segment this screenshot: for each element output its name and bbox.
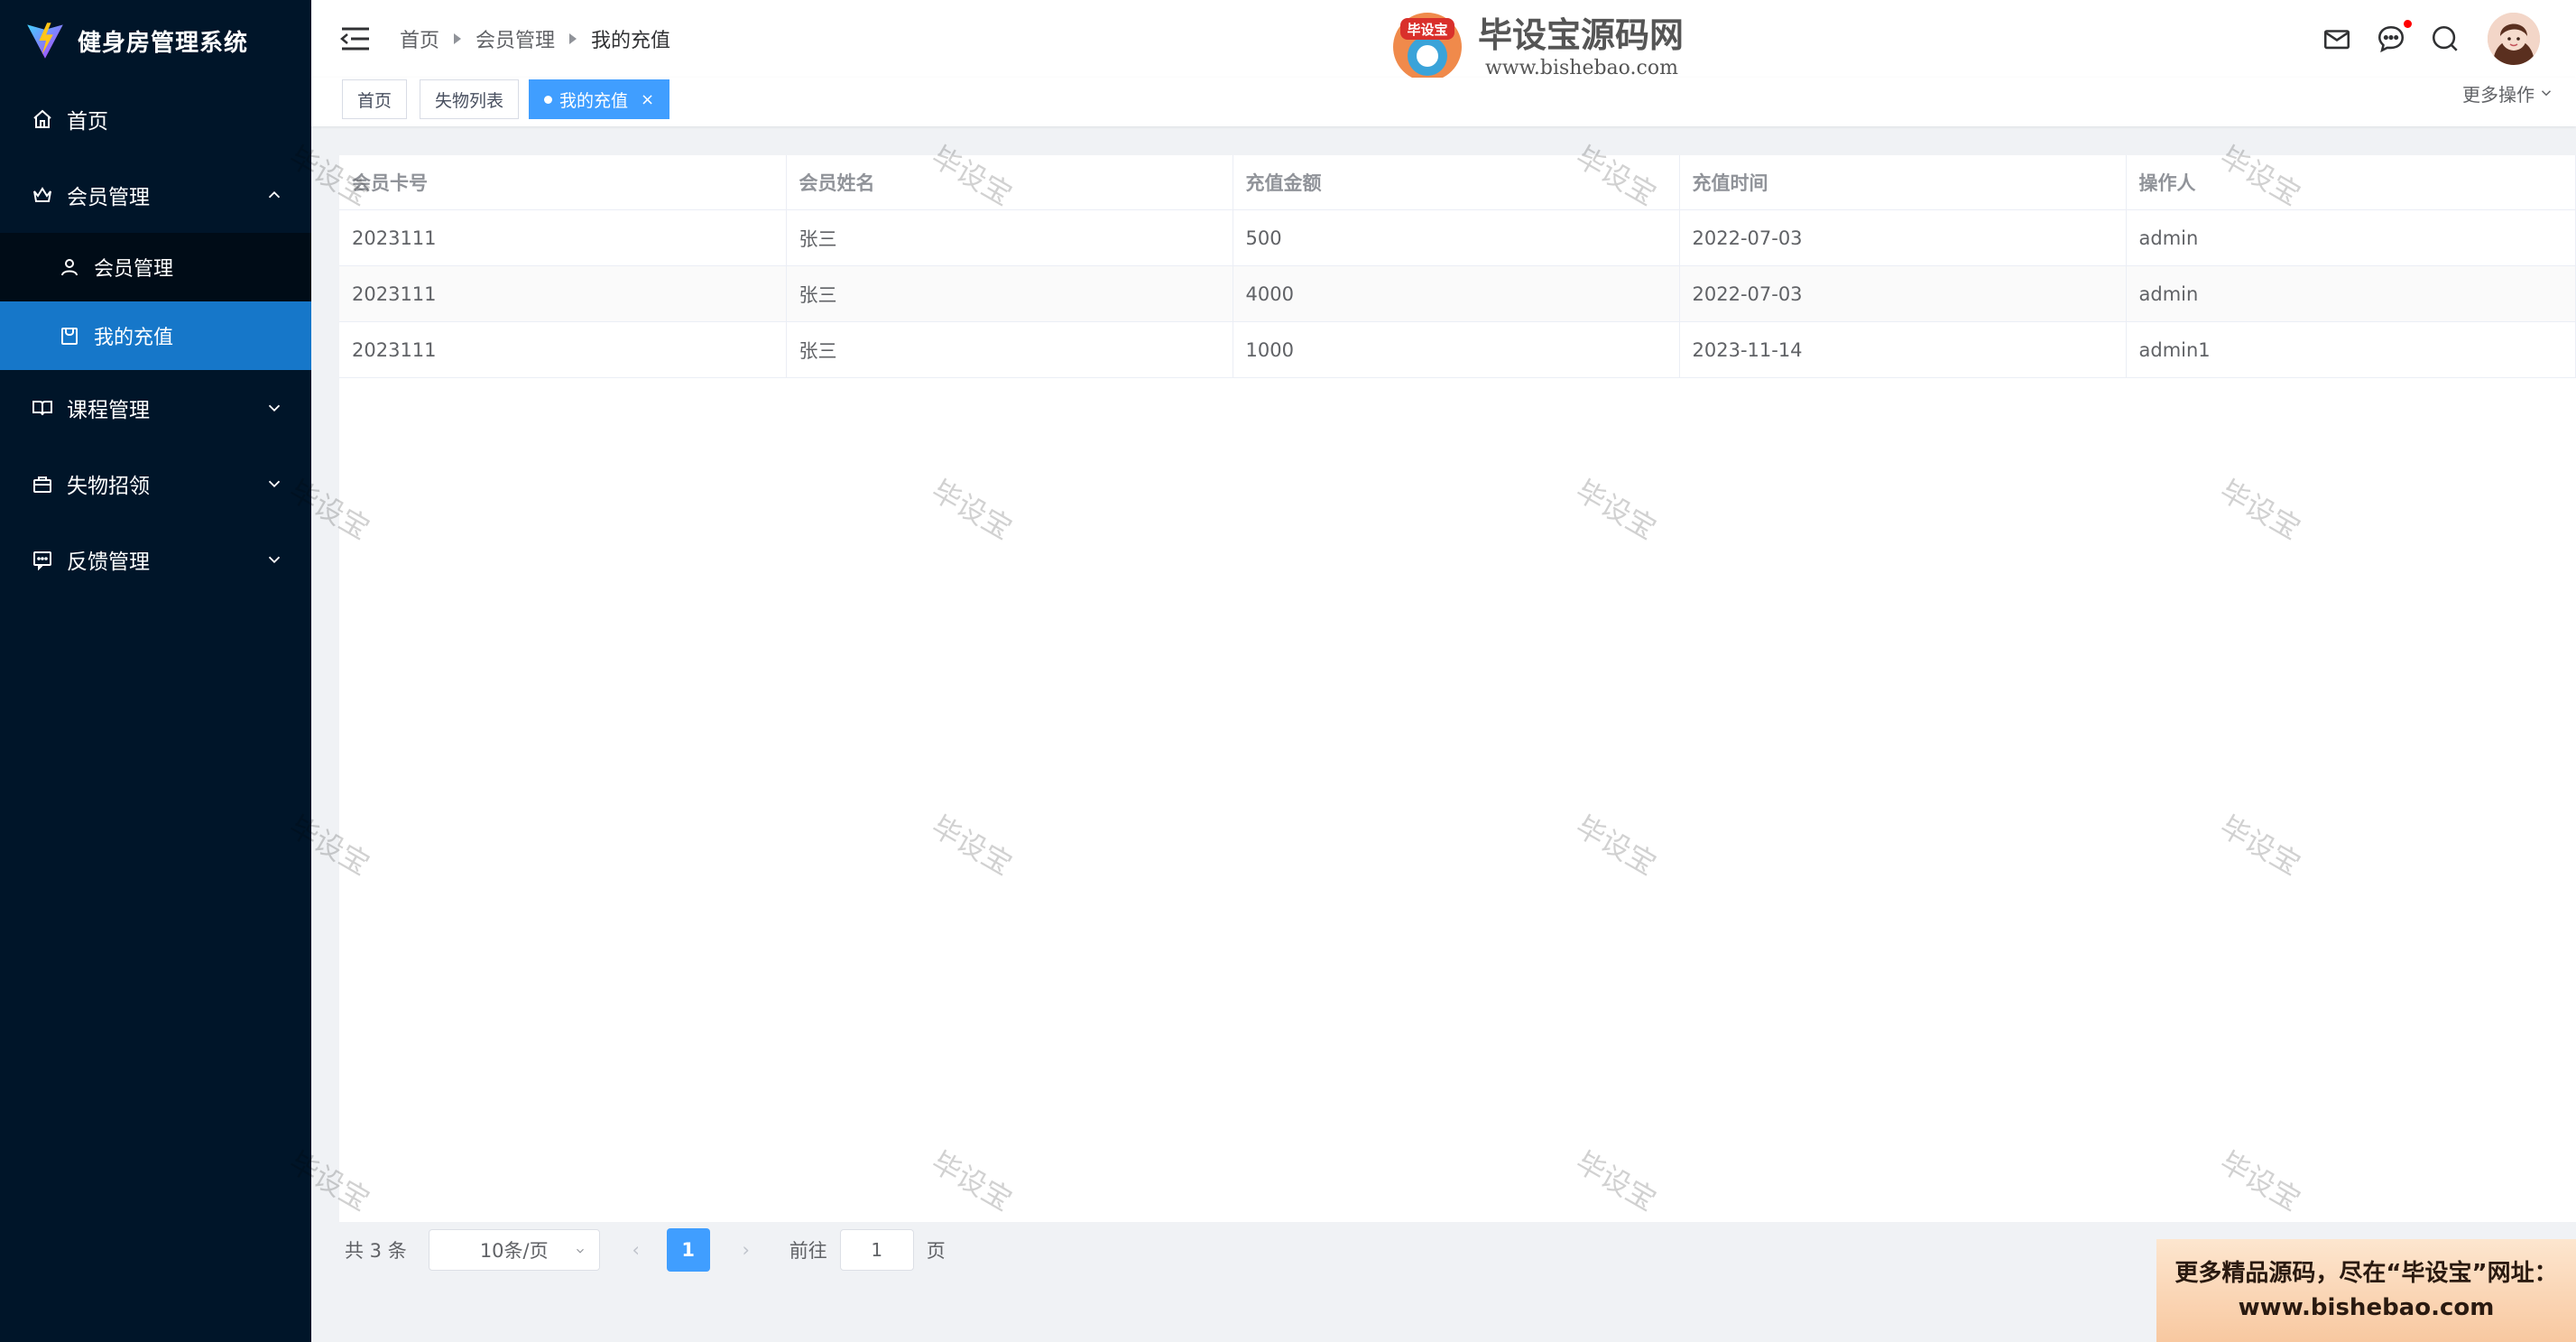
comment-icon: [31, 548, 54, 571]
cell-operator: admin: [2126, 209, 2576, 266]
cell-amount: 4000: [1233, 265, 1680, 322]
sidebar-item-label: 会员管理: [67, 186, 150, 209]
header-actions: [2298, 0, 2540, 78]
page-size-select[interactable]: 10条/页: [428, 1229, 600, 1271]
table-row[interactable]: 2023111 张三 1000 2023-11-14 admin1: [339, 321, 2576, 378]
cell-member-name: 张三: [786, 209, 1233, 266]
pagination-total: 共 3 条: [345, 1240, 407, 1262]
tag-my-recharge[interactable]: 我的充值 ×: [529, 79, 670, 119]
promo-line1: 更多精品源码，尽在“毕设宝”网址：: [2174, 1260, 2558, 1287]
page-size-value: 10条/页: [479, 1240, 549, 1262]
column-header-time[interactable]: 充值时间: [1679, 155, 2127, 210]
table-header-row: 会员卡号 会员姓名 充值金额 充值时间 操作人: [339, 155, 2576, 210]
tag-lost-list[interactable]: 失物列表: [420, 79, 520, 119]
cell-member-name: 张三: [786, 321, 1233, 378]
vite-logo-icon: [27, 23, 63, 59]
promo-line2: www.bishebao.com: [2238, 1294, 2495, 1321]
search-icon[interactable]: [2430, 23, 2461, 54]
promo-banner[interactable]: 更多精品源码，尽在“毕设宝”网址： www.bishebao.com: [2156, 1239, 2576, 1342]
chevron-down-icon: [268, 404, 281, 412]
watermark-title: 毕设宝源码网: [1478, 15, 1684, 55]
column-header-operator[interactable]: 操作人: [2126, 155, 2576, 210]
app-title: 健身房管理系统: [78, 29, 249, 57]
recharge-table-card: 会员卡号 会员姓名 充值金额 充值时间 操作人 2023111 张三 500 2…: [339, 155, 2576, 1222]
sidebar-item-label: 失物招领: [67, 475, 150, 498]
more-operations-dropdown[interactable]: 更多操作: [2462, 79, 2554, 106]
sidebar-item-lost-and-found[interactable]: 失物招领: [0, 446, 311, 522]
cell-card-no: 2023111: [339, 321, 787, 378]
unread-dot: [2404, 20, 2412, 28]
pagination: 共 3 条 10条/页 ‹ 1 › 前往 1 页: [345, 1227, 946, 1273]
breadcrumb-item-member[interactable]: 会员管理: [475, 24, 555, 53]
sidebar-subitem-label: 会员管理: [94, 258, 174, 281]
breadcrumb: 首页 会员管理 我的充值: [400, 0, 670, 78]
top-header: 首页 会员管理 我的充值 毕设宝 毕设宝源码网 www.bishebao.com: [311, 0, 2576, 81]
home-icon: [31, 107, 54, 131]
sidebar-item-label: 首页: [67, 110, 108, 134]
page-number-current[interactable]: 1: [666, 1228, 710, 1272]
bag-icon: [31, 472, 54, 495]
active-dot-icon: [544, 95, 552, 104]
cell-time: 2022-07-03: [1679, 209, 2127, 266]
menu-fold-icon[interactable]: [340, 25, 371, 52]
cell-time: 2022-07-03: [1679, 265, 2127, 322]
chevron-down-icon: [268, 556, 281, 564]
cell-amount: 500: [1233, 209, 1680, 266]
sidebar-subitem-my-recharge[interactable]: 我的充值: [0, 301, 311, 370]
tag-label: 我的充值: [559, 90, 629, 111]
mail-icon[interactable]: [2322, 23, 2352, 54]
sidebar-item-label: 课程管理: [67, 399, 150, 422]
sidebar-item-member-management[interactable]: 会员管理: [0, 157, 311, 233]
message-icon[interactable]: [2376, 20, 2412, 54]
user-icon: [58, 255, 81, 279]
goto-page-input[interactable]: 1: [839, 1229, 914, 1271]
sidebar-subitem-label: 我的充值: [94, 327, 174, 349]
breadcrumb-separator-icon: [454, 33, 462, 44]
chevron-down-icon: [268, 480, 281, 488]
page-suffix-label: 页: [926, 1240, 946, 1262]
chevron-up-icon: [268, 190, 281, 199]
close-icon[interactable]: ×: [641, 90, 654, 109]
cell-member-name: 张三: [786, 265, 1233, 322]
sidebar-item-home[interactable]: 首页: [0, 81, 311, 157]
sidebar-subitem-member-management[interactable]: 会员管理: [0, 233, 311, 301]
chevron-down-icon: [576, 1248, 584, 1254]
more-operations-label: 更多操作: [2462, 83, 2534, 106]
sidebar-item-label: 反馈管理: [67, 551, 150, 574]
cell-amount: 1000: [1233, 321, 1680, 378]
column-header-amount[interactable]: 充值金额: [1233, 155, 1680, 210]
breadcrumb-separator-icon: [569, 33, 577, 44]
table-row[interactable]: 2023111 张三 4000 2022-07-03 admin: [339, 265, 2576, 322]
watermark-url: www.bishebao.com: [1485, 57, 1678, 79]
sidebar-item-feedback-management[interactable]: 反馈管理: [0, 522, 311, 597]
sidebar: 健身房管理系统 首页 会员管理 会员管理 我的充值 课程管理 失物招领 反馈管理: [0, 0, 311, 1342]
cell-time: 2023-11-14: [1679, 321, 2127, 378]
site-watermark-logo: 毕设宝 毕设宝源码网 www.bishebao.com: [1393, 13, 1684, 81]
prev-page-button[interactable]: ‹: [618, 1229, 654, 1271]
tag-home[interactable]: 首页: [342, 79, 408, 119]
cell-card-no: 2023111: [339, 209, 787, 266]
cell-card-no: 2023111: [339, 265, 787, 322]
tags-view-bar: 首页 失物列表 我的充值 × 更多操作: [311, 78, 2576, 126]
watermark-badge-text: 毕设宝: [1407, 22, 1447, 38]
crown-icon: [31, 183, 54, 207]
table-row[interactable]: 2023111 张三 500 2022-07-03 admin: [339, 209, 2576, 266]
wallet-icon: [58, 324, 81, 347]
book-icon: [31, 396, 54, 420]
brand[interactable]: 健身房管理系统: [0, 0, 311, 81]
breadcrumb-item-current: 我的充值: [591, 30, 671, 52]
cell-operator: admin1: [2126, 321, 2576, 378]
user-avatar[interactable]: [2488, 13, 2540, 65]
breadcrumb-item-home[interactable]: 首页: [400, 24, 439, 53]
sidebar-item-course-management[interactable]: 课程管理: [0, 370, 311, 446]
cell-operator: admin: [2126, 265, 2576, 322]
column-header-card-no[interactable]: 会员卡号: [339, 155, 787, 210]
goto-label: 前往: [789, 1240, 827, 1262]
chevron-down-icon: [2541, 90, 2552, 97]
tag-label: 首页: [357, 90, 392, 111]
recharge-table: 会员卡号 会员姓名 充值金额 充值时间 操作人 2023111 张三 500 2…: [339, 155, 2576, 378]
tag-label: 失物列表: [435, 90, 504, 111]
next-page-button[interactable]: ›: [728, 1229, 764, 1271]
column-header-member-name[interactable]: 会员姓名: [786, 155, 1233, 210]
